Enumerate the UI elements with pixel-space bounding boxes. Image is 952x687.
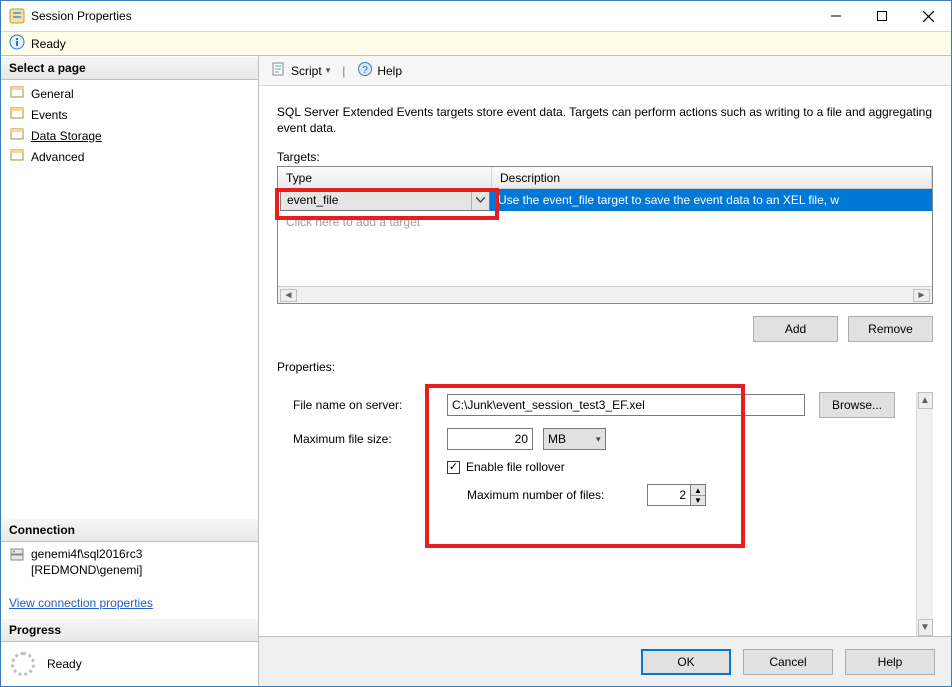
session-properties-window: Session Properties Ready Select a page — [0, 0, 952, 687]
scroll-down-icon[interactable]: ▼ — [918, 619, 933, 636]
ok-button[interactable]: OK — [641, 649, 731, 675]
maximize-button[interactable] — [859, 1, 905, 31]
targets-label: Targets: — [277, 150, 933, 164]
progress-spinner-icon — [11, 652, 35, 676]
page-item-advanced[interactable]: Advanced — [7, 146, 252, 167]
close-button[interactable] — [905, 1, 951, 31]
dropdown-arrow-icon: ▾ — [326, 65, 331, 76]
page-label: General — [31, 87, 74, 101]
toolbar-separator: | — [338, 64, 349, 78]
page-label: Events — [31, 108, 68, 122]
max-file-size-label: Maximum file size: — [277, 432, 447, 446]
column-header-type[interactable]: Type — [278, 167, 492, 188]
right-column: Script ▾ | ? Help SQL Server Extended Ev… — [259, 56, 951, 686]
browse-button[interactable]: Browse... — [819, 392, 895, 418]
max-files-input[interactable] — [647, 484, 691, 506]
dialog-footer: OK Cancel Help — [259, 636, 951, 686]
chevron-down-icon — [471, 190, 489, 210]
help-label: Help — [377, 64, 402, 78]
spin-down-icon[interactable]: ▼ — [691, 496, 705, 506]
connection-header: Connection — [1, 518, 258, 542]
toolbar: Script ▾ | ? Help — [259, 56, 951, 86]
page-icon — [9, 84, 25, 103]
ready-status-text: Ready — [31, 37, 66, 51]
add-button[interactable]: Add — [753, 316, 838, 342]
connection-user: [REDMOND\genemi] — [31, 562, 142, 578]
targets-table: Type Description event_file — [277, 166, 933, 304]
titlebar: Session Properties — [1, 1, 951, 32]
connection-server: genemi4f\sql2016rc3 — [31, 546, 142, 562]
target-type-value: event_file — [287, 193, 338, 207]
page-icon — [9, 105, 25, 124]
page-item-general[interactable]: General — [7, 83, 252, 104]
scroll-right-icon[interactable]: ► — [913, 289, 930, 302]
scroll-left-icon[interactable]: ◄ — [280, 289, 297, 302]
file-name-label: File name on server: — [277, 398, 447, 412]
properties-label: Properties: — [277, 360, 933, 374]
chevron-down-icon: ▾ — [596, 434, 601, 445]
svg-text:?: ? — [363, 65, 369, 76]
scroll-up-icon[interactable]: ▲ — [918, 392, 933, 409]
max-file-size-input[interactable] — [447, 428, 533, 450]
script-button[interactable]: Script ▾ — [267, 59, 334, 82]
help-icon: ? — [357, 61, 373, 80]
max-files-label: Maximum number of files: — [467, 488, 647, 502]
left-column: Select a page General Events Data Storag… — [1, 56, 259, 686]
file-size-unit-value: MB — [548, 432, 566, 446]
script-icon — [271, 61, 287, 80]
vertical-scrollbar[interactable]: ▲ ▼ — [916, 392, 933, 636]
page-icon — [9, 126, 25, 145]
enable-rollover-checkbox[interactable]: ✓ Enable file rollover — [447, 460, 565, 474]
page-label: Advanced — [31, 150, 84, 164]
page-item-events[interactable]: Events — [7, 104, 252, 125]
window-controls — [813, 1, 951, 31]
help-footer-button[interactable]: Help — [845, 649, 935, 675]
cancel-button[interactable]: Cancel — [743, 649, 833, 675]
enable-rollover-label: Enable file rollover — [466, 460, 565, 474]
help-button[interactable]: ? Help — [353, 59, 406, 82]
page-label: Data Storage — [31, 129, 102, 143]
file-name-input[interactable] — [447, 394, 805, 416]
ready-status-bar: Ready — [1, 32, 951, 56]
page-item-data-storage[interactable]: Data Storage — [7, 125, 252, 146]
script-label: Script — [291, 64, 322, 78]
file-size-unit-dropdown[interactable]: MB ▾ — [543, 428, 606, 450]
app-icon — [9, 8, 25, 24]
select-page-header: Select a page — [1, 56, 258, 80]
page-icon — [9, 147, 25, 166]
spin-up-icon[interactable]: ▲ — [691, 485, 705, 496]
connection-info: genemi4f\sql2016rc3 [REDMOND\genemi] — [31, 546, 142, 578]
intro-text: SQL Server Extended Events targets store… — [277, 104, 933, 136]
target-type-dropdown[interactable]: event_file — [280, 189, 490, 211]
remove-button[interactable]: Remove — [848, 316, 933, 342]
server-icon — [9, 546, 25, 565]
window-title: Session Properties — [31, 9, 813, 23]
table-row[interactable]: event_file Use the event_file target to … — [278, 189, 932, 211]
progress-header: Progress — [1, 618, 258, 642]
info-icon — [9, 34, 25, 53]
horizontal-scrollbar[interactable]: ◄ ► — [278, 286, 932, 303]
view-connection-link[interactable]: View connection properties — [9, 596, 153, 610]
minimize-button[interactable] — [813, 1, 859, 31]
checkbox-icon: ✓ — [447, 461, 460, 474]
progress-text: Ready — [47, 657, 82, 671]
max-files-spinner[interactable]: ▲ ▼ — [647, 484, 706, 506]
add-target-placeholder[interactable]: Click here to add a target — [278, 211, 932, 233]
column-header-description[interactable]: Description — [492, 167, 932, 188]
target-description-cell: Use the event_file target to save the ev… — [490, 189, 932, 211]
